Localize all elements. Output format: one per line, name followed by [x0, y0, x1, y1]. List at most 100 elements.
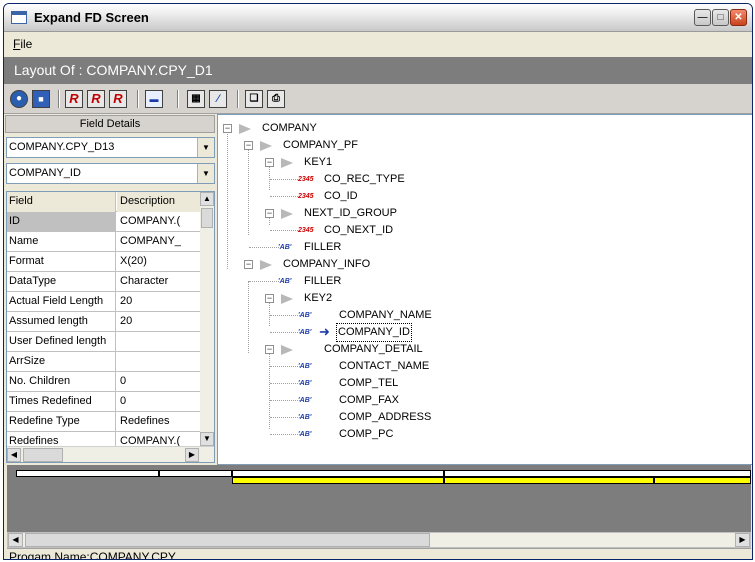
tree-node-label: FILLER	[304, 275, 342, 287]
column-header-description[interactable]: Description	[117, 192, 200, 212]
r-icon[interactable]: R	[65, 90, 83, 108]
tree-node-label: CONTACT_NAME	[339, 360, 430, 372]
collapse-icon[interactable]: −	[265, 209, 274, 218]
group-arrow-icon	[281, 294, 295, 304]
tree-node[interactable]: 2345 CO_ID	[218, 188, 518, 205]
collapse-icon[interactable]: −	[244, 141, 253, 150]
collapse-icon[interactable]: −	[265, 294, 274, 303]
layout-segment[interactable]	[159, 470, 232, 477]
chevron-down-icon[interactable]: ▼	[197, 164, 214, 183]
table-row[interactable]: Format X(20)	[7, 252, 200, 272]
globe-icon[interactable]: ●	[10, 90, 28, 108]
scroll-up-icon[interactable]: ▲	[200, 192, 214, 206]
toolbar-separator	[137, 90, 139, 108]
tree-node[interactable]: − COMPANY_DETAIL	[218, 341, 538, 358]
row-value: Redefines	[120, 415, 170, 427]
r-figure-icon[interactable]: R	[87, 90, 105, 108]
brush-icon[interactable]: ∕	[209, 90, 227, 108]
tree-node[interactable]: − COMPANY	[218, 120, 418, 137]
tree-node-label: COMPANY_ID	[336, 323, 412, 342]
tree-node[interactable]: 2345 CO_NEXT_ID	[218, 222, 518, 239]
tree-node[interactable]: − NEXT_ID_GROUP	[218, 205, 518, 222]
row-value: COMPANY.(	[120, 215, 181, 227]
tree-node[interactable]: 2345 CO_REC_TYPE	[218, 171, 518, 188]
collapse-icon[interactable]: −	[223, 124, 232, 133]
tree-node[interactable]: − COMPANY_PF	[218, 137, 468, 154]
tree-node[interactable]: 'AB' COMP_PC	[218, 426, 538, 443]
chevron-down-icon[interactable]: ▼	[197, 138, 214, 157]
tree-node[interactable]: − KEY2	[218, 290, 518, 307]
table-row[interactable]: ArrSize	[7, 352, 200, 372]
tree-node[interactable]: 'AB' FILLER	[218, 273, 518, 290]
tree-guide	[270, 434, 300, 435]
tree-node[interactable]: 'AB' COMP_FAX	[218, 392, 538, 409]
tree-node[interactable]: 'AB' COMPANY_NAME	[218, 307, 538, 324]
floppy-icon[interactable]: ▦	[187, 90, 205, 108]
scroll-thumb[interactable]	[23, 448, 63, 462]
tree-node[interactable]: 'AB' COMP_TEL	[218, 375, 538, 392]
grid-vertical-scrollbar[interactable]: ▲ ▼	[200, 192, 214, 446]
r-x-icon[interactable]: R	[109, 90, 127, 108]
alpha-type-icon: 'AB'	[298, 414, 312, 421]
table-row[interactable]: User Defined length	[7, 332, 200, 352]
tree-node[interactable]: − KEY1	[218, 154, 468, 171]
collapse-icon[interactable]: −	[244, 260, 253, 269]
alpha-type-icon: 'AB'	[298, 380, 312, 387]
scroll-left-icon[interactable]: ◀	[8, 533, 23, 547]
tree-node[interactable]: 'AB' FILLER	[218, 239, 518, 256]
copy-icon[interactable]: ❏	[245, 90, 263, 108]
scroll-thumb[interactable]	[25, 533, 430, 547]
save-disk-icon[interactable]: ■	[32, 90, 50, 108]
close-button[interactable]: ✕	[730, 9, 747, 26]
layout-segment-selected[interactable]	[232, 477, 444, 484]
record-combo[interactable]: COMPANY.CPY_D13 ▼	[6, 137, 215, 158]
table-row[interactable]: Actual Field Length 20	[7, 292, 200, 312]
scroll-down-icon[interactable]: ▼	[200, 432, 214, 446]
table-row[interactable]: Name COMPANY_	[7, 232, 200, 252]
scroll-thumb[interactable]	[201, 208, 213, 228]
row-field: Redefine Type	[7, 412, 116, 432]
layout-segment[interactable]	[654, 477, 751, 484]
tree-node-label: COMP_TEL	[339, 377, 399, 389]
table-row[interactable]: Redefine Type Redefines	[7, 412, 200, 432]
maximize-button[interactable]: □	[712, 9, 729, 26]
tree-node-label: FILLER	[304, 241, 342, 253]
row-value: COMPANY_	[120, 235, 181, 247]
layout-segment[interactable]	[444, 477, 654, 484]
table-row[interactable]: Assumed length 20	[7, 312, 200, 332]
collapse-icon[interactable]: −	[265, 158, 274, 167]
scroll-right-icon[interactable]: ▶	[185, 448, 199, 462]
collapse-icon[interactable]: −	[265, 345, 274, 354]
tree-node-label: CO_NEXT_ID	[324, 224, 394, 236]
record-combo-value: COMPANY.CPY_D13	[9, 141, 115, 153]
screen-icon[interactable]: ▬	[145, 90, 163, 108]
table-row[interactable]: Times Redefined 0	[7, 392, 200, 412]
tree-node-selected[interactable]: 'AB' ➜ COMPANY_ID	[218, 323, 538, 342]
row-field: ArrSize	[7, 352, 116, 372]
tree-node[interactable]: 'AB' COMP_ADDRESS	[218, 409, 538, 426]
tree-guide	[270, 196, 300, 197]
tree-node[interactable]: 'AB' CONTACT_NAME	[218, 358, 538, 375]
alpha-type-icon: 'AB'	[298, 397, 312, 404]
table-row[interactable]: No. Children 0	[7, 372, 200, 392]
title-bar[interactable]: Expand FD Screen — □ ✕	[4, 4, 752, 32]
layout-segment[interactable]	[444, 470, 751, 477]
grid-horizontal-scrollbar[interactable]: ◀ ▶	[7, 446, 214, 462]
minimize-button[interactable]: —	[694, 9, 711, 26]
layout-segment[interactable]	[16, 470, 159, 477]
table-row[interactable]: ID COMPANY.(	[7, 212, 200, 232]
column-header-field[interactable]: Field	[7, 192, 116, 212]
scroll-left-icon[interactable]: ◀	[7, 448, 21, 462]
menu-file[interactable]: File	[13, 37, 32, 51]
scroll-right-icon[interactable]: ▶	[735, 533, 750, 547]
field-details-grid: Field Description ID COMPANY.( Name COMP…	[6, 191, 215, 463]
print-icon[interactable]: ⎙	[267, 90, 285, 108]
layout-segment[interactable]	[232, 470, 444, 477]
tree-guide	[270, 417, 300, 418]
tree-node[interactable]: − COMPANY_INFO	[218, 256, 518, 273]
layout-horizontal-scrollbar[interactable]: ◀ ▶	[7, 532, 751, 548]
field-combo[interactable]: COMPANY_ID ▼	[6, 163, 215, 184]
table-row[interactable]: DataType Character	[7, 272, 200, 292]
layout-bar: Layout Of : COMPANY.CPY_D1	[4, 57, 752, 84]
tree-guide	[270, 383, 300, 384]
